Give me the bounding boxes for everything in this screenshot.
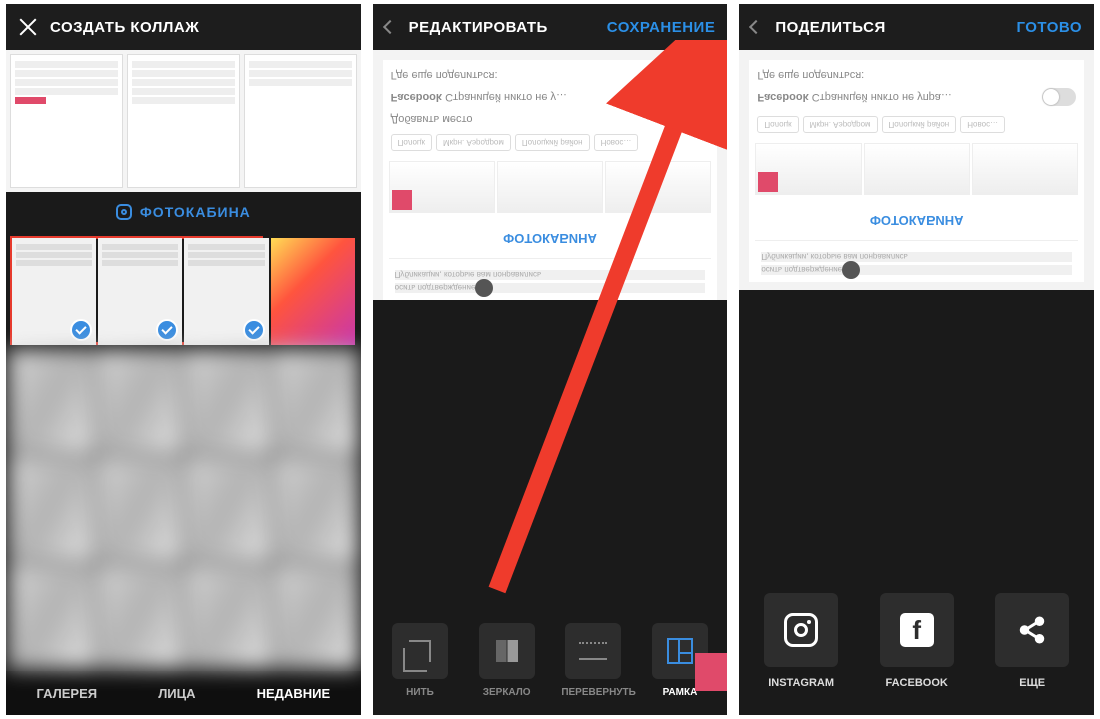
facebook-icon: [900, 613, 934, 647]
check-icon: [156, 319, 178, 341]
save-button[interactable]: СОХРАНЕНИЕ: [607, 19, 716, 36]
tab-gallery[interactable]: ГАЛЕРЕЯ: [37, 686, 98, 701]
check-icon: [70, 319, 92, 341]
thumbnail[interactable]: [10, 54, 123, 188]
photobooth-button[interactable]: ФОТОКАБИНА: [6, 192, 361, 232]
toggle-icon: [1042, 88, 1076, 106]
header: ПОДЕЛИТЬСЯ ГОТОВО: [739, 4, 1094, 50]
instagram-icon: [784, 613, 818, 647]
back-icon[interactable]: [749, 20, 763, 34]
screen-create-collage: СОЗДАТЬ КОЛЛАЖ ФОТОКАБИНА ГАЛЕРЕЯ ЛИЦА Н…: [6, 4, 361, 715]
selection-row: [6, 232, 361, 347]
thumbnail[interactable]: [127, 54, 240, 188]
share-options: INSTAGRAM FACEBOOK ЕЩЕ: [739, 581, 1094, 701]
header-title: ПОДЕЛИТЬСЯ: [775, 19, 1016, 36]
screen-share: ПОДЕЛИТЬСЯ ГОТОВО Facebook Страницей ник…: [739, 4, 1094, 715]
tab-recent[interactable]: НЕДАВНИЕ: [257, 686, 331, 701]
check-icon: [243, 319, 265, 341]
camera-icon: [116, 204, 132, 220]
gallery-item-selected[interactable]: [184, 238, 268, 345]
share-facebook[interactable]: FACEBOOK: [877, 593, 957, 689]
edit-toolbar: НИТЬ ЗЕРКАЛО ПЕРЕВЕРНУТЬ РАМКА: [373, 605, 728, 715]
gallery-item[interactable]: [271, 238, 355, 345]
header-title: РЕДАКТИРОВАТЬ: [409, 19, 607, 36]
toggle-icon: [675, 88, 709, 106]
bottom-tabs: ГАЛЕРЕЯ ЛИЦА НЕДАВНИЕ: [6, 671, 361, 715]
done-button[interactable]: ГОТОВО: [1016, 19, 1082, 36]
tool-mirror[interactable]: ЗЕРКАЛО: [475, 623, 539, 698]
mirror-icon: [496, 640, 518, 662]
collage-preview: Facebook Страницей никто не у… Где еще п…: [373, 50, 728, 300]
screen-edit: РЕДАКТИРОВАТЬ СОХРАНЕНИЕ Facebook Страни…: [373, 4, 728, 715]
collage-preview: Facebook Страницей никто не упра… Где ещ…: [739, 50, 1094, 290]
gallery-grid-blurred: [6, 347, 361, 671]
tool-flip[interactable]: ПЕРЕВЕРНУТЬ: [561, 623, 625, 698]
photobooth-label: ФОТОКАБИНА: [140, 204, 251, 220]
back-icon[interactable]: [383, 20, 397, 34]
share-more[interactable]: ЕЩЕ: [992, 593, 1072, 689]
tab-faces[interactable]: ЛИЦА: [158, 686, 195, 701]
header: РЕДАКТИРОВАТЬ СОХРАНЕНИЕ: [373, 4, 728, 50]
share-instagram[interactable]: INSTAGRAM: [761, 593, 841, 689]
thumbnail[interactable]: [244, 54, 357, 188]
recent-thumbnails: [6, 50, 361, 192]
header-title: СОЗДАТЬ КОЛЛАЖ: [50, 19, 349, 36]
share-icon: [1017, 615, 1047, 645]
tool-crop[interactable]: НИТЬ: [388, 623, 452, 698]
frame-icon: [667, 638, 693, 664]
flip-icon: [579, 642, 607, 660]
close-icon[interactable]: [18, 17, 38, 37]
gallery-item-selected[interactable]: [12, 238, 96, 345]
crop-icon: [409, 640, 431, 662]
gallery-item-selected[interactable]: [98, 238, 182, 345]
header: СОЗДАТЬ КОЛЛАЖ: [6, 4, 361, 50]
